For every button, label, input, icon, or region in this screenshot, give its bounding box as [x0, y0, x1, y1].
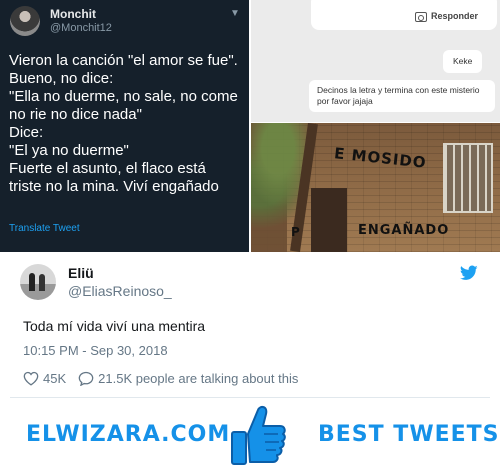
footer-banner: ELWIZARA.COM BEST TWEETS [0, 398, 500, 472]
dark-tweet-line: Dice: [9, 124, 44, 141]
dark-tweet-line: Fuerte el asunto, el flaco está [9, 160, 206, 177]
camera-icon[interactable] [415, 12, 427, 22]
dark-tweet-line: "Ella no duerme, no sale, no come [9, 88, 238, 105]
translate-tweet-link[interactable]: Translate Tweet [9, 223, 80, 234]
dark-tweet-line: Bueno, no dice: [9, 70, 114, 87]
dark-tweet-line: Vieron la canción "el amor se fue". [9, 52, 238, 69]
chat-bubble: Decinos la letra y termina con este mist… [309, 80, 495, 112]
heart-icon[interactable] [23, 371, 39, 386]
graffiti-text: ENGAÑADO [358, 223, 450, 238]
embedded-chat-screenshot: Responder Keke Decinos la letra y termin… [251, 0, 500, 122]
tweet-card: Eliü @EliasReinoso_ Toda mí vida viví un… [10, 256, 490, 398]
dark-tweet-line: "El ya no duerme" [9, 142, 129, 159]
reply-label[interactable]: Responder [431, 11, 478, 21]
monchit-avatar[interactable] [10, 6, 40, 36]
dark-tweet-author-name[interactable]: Monchit [50, 7, 96, 21]
tweet-timestamp[interactable]: 10:15 PM - Sep 30, 2018 [23, 343, 168, 358]
comment-icon[interactable] [78, 371, 94, 386]
tagline: BEST TWEETS [318, 422, 500, 447]
author-avatar[interactable] [20, 264, 56, 300]
dark-tweet-line: no rie no dice nada" [9, 106, 142, 123]
talking-count[interactable]: 21.5K people are talking about this [98, 371, 298, 386]
tweet-text: Toda mí vida viví una mentira [23, 318, 206, 334]
chevron-down-icon[interactable]: ▼ [230, 8, 240, 19]
like-count[interactable]: 45K [43, 371, 66, 386]
graffiti-photo: E MOSIDO P ENGAÑADO [251, 123, 500, 252]
author-handle[interactable]: @EliasReinoso_ [68, 283, 172, 299]
site-name[interactable]: ELWIZARA.COM [26, 422, 230, 447]
author-name[interactable]: Eliü [68, 265, 94, 281]
chat-bubble: Keke [443, 50, 483, 73]
graffiti-text: P [291, 225, 300, 239]
thumbs-up-icon [231, 405, 286, 465]
embedded-dark-tweet: Monchit @Monchit12 ▼ Vieron la canción "… [0, 0, 249, 252]
dark-tweet-author-handle[interactable]: @Monchit12 [50, 22, 112, 34]
doorway [311, 188, 347, 252]
tweet-actions: 45K 21.5K people are talking about this [23, 369, 298, 387]
reply-bar[interactable]: Responder [311, 0, 497, 30]
barred-window [443, 143, 493, 213]
dark-tweet-body: Vieron la canción "el amor se fue". Buen… [9, 52, 245, 196]
dark-tweet-line: triste no la mina. Viví engañado [9, 178, 219, 195]
twitter-bird-icon[interactable] [460, 265, 478, 281]
